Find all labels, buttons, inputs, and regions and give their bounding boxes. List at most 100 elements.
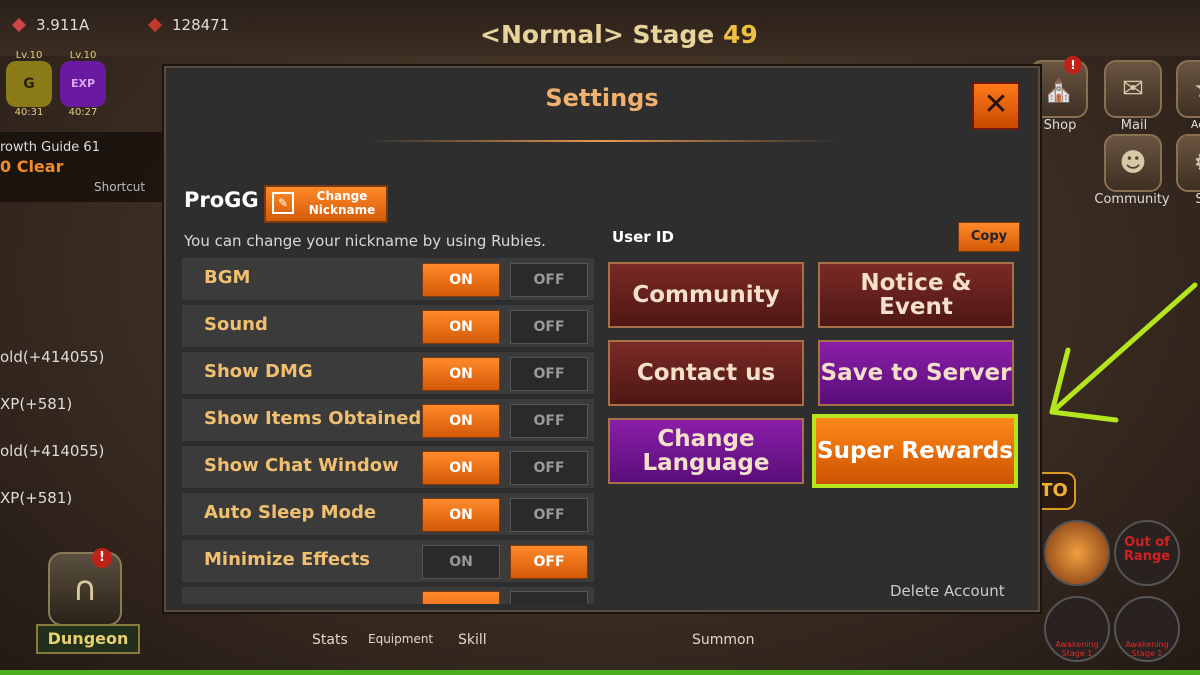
show-items-on-button[interactable]: ON [422,404,500,438]
ruby-counter: 128471 [147,16,230,34]
show-chat-off-button[interactable]: OFF [510,451,588,485]
mail-button[interactable]: ✉ Mail [1104,60,1164,133]
stage-number: 49 [722,20,758,49]
save-to-server-button[interactable]: Save to Server [818,340,1014,406]
setting-label: BGM [204,267,251,288]
player-nickname: ProGG [184,188,259,212]
contact-us-button[interactable]: Contact us [608,340,804,406]
setting-label: Show Items Obtained [204,408,422,429]
community-menu-button[interactable]: ☻ Community [1094,134,1170,207]
awakening-label: Awakening Stage 1 [1055,640,1099,658]
log-line: XP(+581) [0,489,73,507]
settings-icon: ⚙ [1176,134,1200,192]
setting-label: Show Chat Window [204,455,399,476]
dungeon-gate-icon: ∩ [48,552,122,626]
community-button[interactable]: Community [608,262,804,328]
delete-account-link[interactable]: Delete Account [890,582,1005,600]
super-rewards-button[interactable]: Super Rewards [812,414,1018,488]
change-nickname-button[interactable]: ✎ Change Nickname [264,185,388,223]
close-button[interactable]: ✕ [972,82,1020,130]
setting-row-show-chat: Show Chat Window ON OFF [182,446,594,488]
alert-icon: ! [1064,56,1082,74]
nickname-hint: You can change your nickname by using Ru… [184,232,546,250]
community-menu-label: Community [1094,192,1170,207]
gold-boost-level: Lv.10 [15,50,43,61]
exp-progress-bar [0,670,1200,675]
gold-counter: 3.911A [11,16,90,34]
shortcut-link[interactable]: Shortcut [94,180,145,194]
gold-boost[interactable]: Lv.10 G 40:31 [6,50,52,118]
highlight-arrow-icon [1049,282,1198,423]
bgm-on-button[interactable]: ON [422,263,500,297]
partial-on-button[interactable] [422,591,500,604]
setting-label: Minimize Effects [204,549,371,570]
stage-word: Stage [632,20,715,49]
ruby-amount: 128471 [172,16,230,34]
minimize-effects-on-button[interactable]: ON [422,545,500,579]
ruby-icon [147,17,163,33]
show-dmg-on-button[interactable]: ON [422,357,500,391]
skill-slot-2[interactable]: Out of Range [1114,520,1180,586]
nav-stats[interactable]: Stats [312,632,348,648]
nav-skill[interactable]: Skill [458,632,487,648]
gold-boost-timer: 40:31 [14,107,44,118]
change-language-button[interactable]: Change Language [608,418,804,484]
log-line: old(+414055) [0,442,105,460]
growth-guide-panel[interactable]: rowth Guide 61 0 Clear Shortcut [0,132,170,202]
setting-row-minimize-effects: Minimize Effects ON OFF [182,540,594,582]
locked-skill-slot-1[interactable]: Awakening Stage 1 [1044,596,1110,662]
nav-equipment[interactable]: Equipment [368,632,433,646]
achievement-label: Achie [1190,118,1200,131]
show-items-off-button[interactable]: OFF [510,404,588,438]
setting-label: Show DMG [204,361,313,382]
gold-boost-icon: G [6,61,52,107]
setting-label: Sound [204,314,268,335]
locked-skill-slot-2[interactable]: Awakening Stage 1 [1114,596,1180,662]
log-line: old(+414055) [0,348,105,366]
edit-icon: ✎ [272,192,294,214]
log-line: XP(+581) [0,395,73,413]
gold-amount: 3.911A [36,16,90,34]
show-dmg-off-button[interactable]: OFF [510,357,588,391]
stage-title: <Normal> Stage 49 [480,20,758,49]
nav-summon[interactable]: Summon [692,632,754,648]
setting-row-show-items: Show Items Obtained ON OFF [182,399,594,441]
auto-sleep-off-button[interactable]: OFF [510,498,588,532]
partial-off-button[interactable] [510,591,588,604]
user-id-label: User ID [612,228,674,246]
awakening-label: Awakening Stage 1 [1125,640,1169,658]
settings-title: Settings [545,84,659,112]
settings-toggle-list[interactable]: BGM ON OFF Sound ON OFF Show DMG ON OFF … [182,258,596,604]
close-icon: ✕ [983,87,1009,122]
bgm-off-button[interactable]: OFF [510,263,588,297]
out-of-range-label: Out of Range [1123,535,1171,564]
skill-slot-1[interactable] [1044,520,1110,586]
exp-boost-icon: EXP [60,61,106,107]
growth-guide-status: 0 Clear [0,157,64,176]
community-icon: ☻ [1104,134,1162,192]
auto-sleep-on-button[interactable]: ON [422,498,500,532]
mail-label: Mail [1120,118,1148,133]
gold-icon [11,17,27,33]
settings-menu-button[interactable]: ⚙ Set [1176,134,1200,207]
minimize-effects-off-button[interactable]: OFF [510,545,588,579]
setting-row-auto-sleep: Auto Sleep Mode ON OFF [182,493,594,535]
notice-event-button[interactable]: Notice & Event [818,262,1014,328]
exp-boost-timer: 40:27 [68,107,98,118]
mail-icon: ✉ [1104,60,1162,118]
sound-on-button[interactable]: ON [422,310,500,344]
title-divider [366,140,838,142]
setting-row-bgm: BGM ON OFF [182,258,594,300]
setting-row-show-dmg: Show DMG ON OFF [182,352,594,394]
growth-guide-title: rowth Guide 61 [0,140,100,155]
setting-label: Auto Sleep Mode [204,502,377,523]
setting-row-partial [182,587,594,604]
change-nickname-label: Change Nickname [308,189,376,217]
dungeon-button[interactable]: ∩ ! Dungeon [30,548,142,656]
show-chat-on-button[interactable]: ON [422,451,500,485]
copy-user-id-button[interactable]: Copy [958,222,1020,252]
sound-off-button[interactable]: OFF [510,310,588,344]
dungeon-label: Dungeon [36,624,140,654]
exp-boost[interactable]: Lv.10 EXP 40:27 [60,50,106,118]
achievement-button[interactable]: ★ Achie [1176,60,1200,131]
